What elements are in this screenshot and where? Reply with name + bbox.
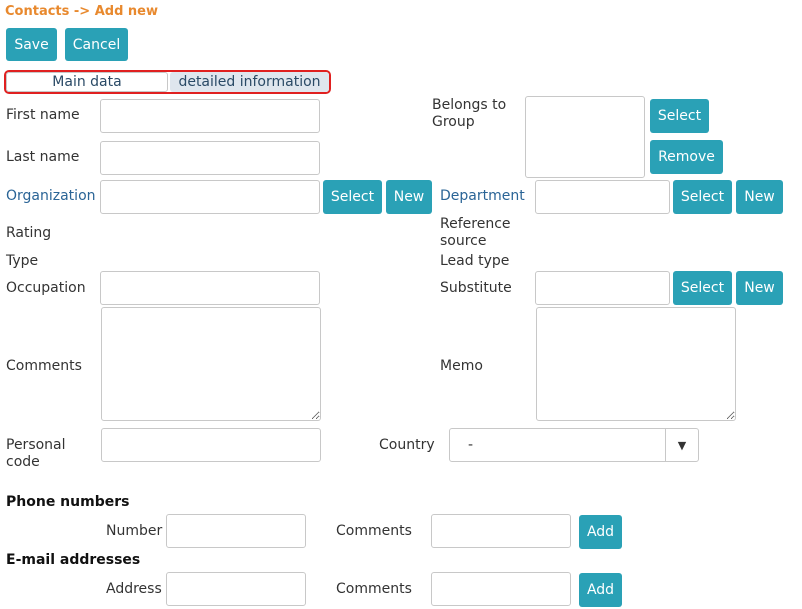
phone-comments-input[interactable] [431, 514, 571, 548]
save-button[interactable]: Save [6, 28, 57, 61]
organization-select-button[interactable]: Select [323, 180, 382, 214]
phone-number-label: Number [106, 523, 163, 539]
country-select-value: - [468, 437, 474, 453]
rating-label: Rating [6, 225, 52, 241]
tab-main-data[interactable]: Main data [6, 72, 168, 92]
lead-type-label: Lead type [440, 253, 510, 269]
type-label: Type [6, 253, 39, 269]
last-name-input[interactable] [100, 141, 320, 175]
phone-numbers-title: Phone numbers [6, 494, 130, 510]
belongs-to-group-label: Belongs to Group [432, 97, 507, 130]
email-address-label: Address [106, 581, 162, 597]
memo-label: Memo [440, 358, 483, 374]
personal-code-input[interactable] [101, 428, 321, 462]
substitute-new-button[interactable]: New [736, 271, 783, 305]
department-new-button[interactable]: New [736, 180, 783, 214]
email-comments-input[interactable] [431, 572, 571, 606]
chevron-down-icon[interactable]: ▼ [665, 429, 698, 461]
substitute-select-button[interactable]: Select [673, 271, 732, 305]
organization-label[interactable]: Organization [6, 188, 96, 205]
group-remove-button[interactable]: Remove [650, 140, 723, 174]
last-name-label: Last name [6, 149, 80, 165]
first-name-label: First name [6, 107, 80, 123]
phone-number-input[interactable] [166, 514, 306, 548]
first-name-input[interactable] [100, 99, 320, 133]
department-input[interactable] [535, 180, 670, 214]
breadcrumb: Contacts -> Add new [5, 4, 158, 19]
tab-detailed-information[interactable]: detailed information [170, 72, 329, 92]
add-email-button[interactable]: Add [579, 573, 622, 607]
occupation-input[interactable] [100, 271, 320, 305]
email-address-input[interactable] [166, 572, 306, 606]
add-phone-button[interactable]: Add [579, 515, 622, 549]
comments-label: Comments [6, 358, 82, 374]
substitute-input[interactable] [535, 271, 670, 305]
occupation-label: Occupation [6, 280, 86, 296]
country-select[interactable]: - ▼ [449, 428, 699, 462]
cancel-button[interactable]: Cancel [65, 28, 128, 61]
organization-new-button[interactable]: New [386, 180, 432, 214]
comments-textarea[interactable] [101, 307, 321, 421]
organization-input[interactable] [100, 180, 320, 214]
personal-code-label: Personal code [6, 437, 66, 470]
substitute-label: Substitute [440, 280, 512, 296]
group-select-button[interactable]: Select [650, 99, 709, 133]
reference-source-label: Reference source [440, 216, 511, 249]
department-select-button[interactable]: Select [673, 180, 732, 214]
country-label: Country [379, 437, 435, 453]
email-comments-label: Comments [336, 581, 412, 597]
phone-comments-label: Comments [336, 523, 412, 539]
department-label[interactable]: Department [440, 188, 525, 205]
group-list[interactable] [525, 96, 645, 178]
email-addresses-title: E-mail addresses [6, 552, 141, 568]
memo-textarea[interactable] [536, 307, 736, 421]
